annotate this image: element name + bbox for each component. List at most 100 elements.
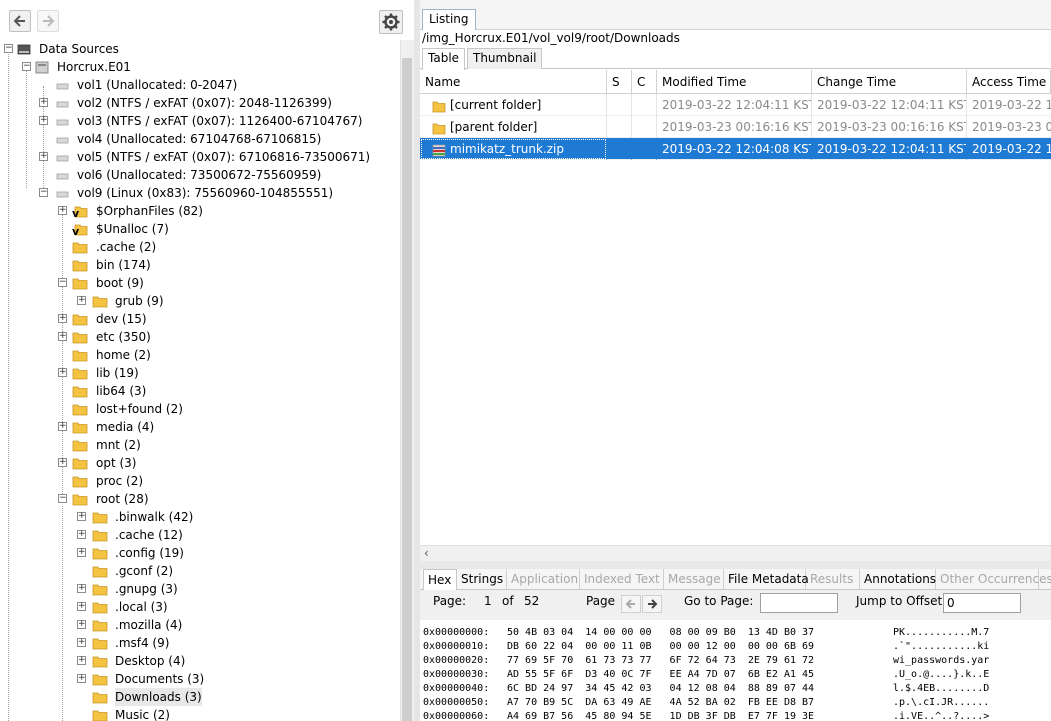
column-header-change-time[interactable]: Change Time bbox=[812, 70, 967, 94]
column-header-comment[interactable]: C bbox=[632, 70, 657, 94]
expand-icon[interactable]: + bbox=[39, 116, 48, 125]
expand-icon[interactable]: + bbox=[77, 602, 86, 611]
collapse-icon[interactable]: − bbox=[39, 188, 48, 197]
forward-button[interactable] bbox=[37, 10, 59, 32]
expand-icon[interactable]: + bbox=[58, 368, 67, 377]
tab-listing[interactable]: Listing bbox=[422, 9, 476, 30]
collapse-icon[interactable]: − bbox=[22, 62, 31, 71]
tab-thumbnail[interactable]: Thumbnail bbox=[467, 48, 543, 69]
tree-node[interactable]: − vol9 (Linux (0x83): 75560960-104855551) bbox=[0, 184, 400, 202]
column-header-access-time[interactable]: Access Time bbox=[967, 70, 1051, 94]
hex-offset: 0x00000040: bbox=[423, 683, 490, 694]
tree-node[interactable]: + grub (9) bbox=[0, 292, 400, 310]
column-header-modified-time[interactable]: Modified Time bbox=[657, 70, 812, 94]
column-header-score[interactable]: S bbox=[607, 70, 632, 94]
expand-icon[interactable]: + bbox=[39, 152, 48, 161]
expand-icon[interactable]: + bbox=[58, 314, 67, 323]
collapse-icon[interactable]: − bbox=[4, 44, 13, 53]
tree-node[interactable]: − boot (9) bbox=[0, 274, 400, 292]
tree-node[interactable]: vol1 (Unallocated: 0-2047) bbox=[0, 76, 400, 94]
expand-icon[interactable]: + bbox=[58, 206, 67, 215]
column-header-name[interactable]: Name bbox=[420, 70, 607, 94]
hex-offset: 0x00000050: bbox=[423, 697, 490, 708]
expand-icon[interactable]: + bbox=[58, 422, 67, 431]
tree-node[interactable]: + .mozilla (4) bbox=[0, 616, 400, 634]
page-label: Page: bbox=[433, 594, 467, 608]
expand-icon[interactable]: + bbox=[77, 530, 86, 539]
expand-icon[interactable]: + bbox=[77, 674, 86, 683]
collapse-icon[interactable]: − bbox=[58, 494, 67, 503]
tree-node[interactable]: + vol2 (NTFS / exFAT (0x07): 2048-1126399… bbox=[0, 94, 400, 112]
tree-node[interactable]: − Horcrux.E01 bbox=[0, 58, 400, 76]
tree-node-selected[interactable]: Downloads (3) bbox=[0, 688, 400, 706]
jump-offset-input[interactable]: 0 bbox=[943, 593, 1021, 613]
tree-node[interactable]: lost+found (2) bbox=[0, 400, 400, 418]
tab-strings[interactable]: Strings bbox=[457, 569, 507, 590]
tree-node[interactable]: v $Unalloc (7) bbox=[0, 220, 400, 238]
tree-node[interactable]: vol4 (Unallocated: 67104768-67106815) bbox=[0, 130, 400, 148]
settings-button[interactable] bbox=[379, 10, 403, 34]
tree-node[interactable]: + .config (19) bbox=[0, 544, 400, 562]
expand-icon[interactable]: + bbox=[77, 584, 86, 593]
tree-node[interactable]: Music (2) bbox=[0, 706, 400, 721]
hex-view[interactable]: 0x00000000: 50 4B 03 04 14 00 00 00 08 00… bbox=[420, 620, 1051, 721]
back-button[interactable] bbox=[9, 10, 31, 32]
tree-node[interactable]: + opt (3) bbox=[0, 454, 400, 472]
tree-node-label: Documents (3) bbox=[115, 672, 205, 686]
table-row[interactable]: [current folder] 2019-03-22 12:04:11 KST 2… bbox=[420, 94, 1051, 116]
tree-node[interactable]: + etc (350) bbox=[0, 328, 400, 346]
goto-page-input[interactable] bbox=[760, 593, 838, 613]
hex-bytes: 6C BD 24 97 34 45 42 03 04 12 08 04 88 8… bbox=[507, 683, 815, 694]
hex-line: 0x00000050: A7 70 B9 5C DA 63 49 AE 4A 52… bbox=[423, 696, 1048, 710]
tree-node[interactable]: + dev (15) bbox=[0, 310, 400, 328]
tree-node[interactable]: bin (174) bbox=[0, 256, 400, 274]
table-horizontal-scrollbar[interactable]: ‹ bbox=[420, 545, 1051, 561]
tree-node[interactable]: + .gnupg (3) bbox=[0, 580, 400, 598]
directory-tree: − Data Sources − Horcrux.E01 vol1 (Unallocat… bbox=[0, 40, 400, 721]
tree-node[interactable]: + vol3 (NTFS / exFAT (0x07): 1126400-6710… bbox=[0, 112, 400, 130]
tree-node[interactable]: .gconf (2) bbox=[0, 562, 400, 580]
tree-node[interactable]: + .local (3) bbox=[0, 598, 400, 616]
folder-icon bbox=[92, 708, 108, 721]
tree-node[interactable]: .cache (2) bbox=[0, 238, 400, 256]
tree-node[interactable]: + .msf4 (9) bbox=[0, 634, 400, 652]
tree-scrollbar-thumb[interactable] bbox=[402, 58, 412, 721]
tree-node[interactable]: mnt (2) bbox=[0, 436, 400, 454]
tree-node[interactable]: + media (4) bbox=[0, 418, 400, 436]
expand-icon[interactable]: + bbox=[77, 620, 86, 629]
expand-icon[interactable]: + bbox=[58, 458, 67, 467]
tree-node[interactable]: proc (2) bbox=[0, 472, 400, 490]
table-row[interactable]: [parent folder] 2019-03-23 00:16:16 KST 20… bbox=[420, 116, 1051, 138]
expand-icon[interactable]: + bbox=[77, 548, 86, 557]
tree-node[interactable]: − Data Sources bbox=[0, 40, 400, 58]
expand-icon[interactable]: + bbox=[77, 296, 86, 305]
tree-node[interactable]: home (2) bbox=[0, 346, 400, 364]
tree-node[interactable]: lib64 (3) bbox=[0, 382, 400, 400]
tree-node[interactable]: + lib (19) bbox=[0, 364, 400, 382]
previous-page-button[interactable] bbox=[621, 595, 641, 613]
tab-file-metadata[interactable]: File Metadata bbox=[724, 569, 809, 590]
tab-table[interactable]: Table bbox=[422, 48, 466, 70]
tab-hex[interactable]: Hex bbox=[423, 569, 457, 590]
tree-node[interactable]: vol6 (Unallocated: 73500672-75560959) bbox=[0, 166, 400, 184]
tab-annotations[interactable]: Annotations bbox=[860, 569, 936, 590]
expand-icon[interactable]: + bbox=[77, 512, 86, 521]
expand-icon[interactable]: + bbox=[39, 98, 48, 107]
tree-node[interactable]: + Documents (3) bbox=[0, 670, 400, 688]
tree-node[interactable]: + .binwalk (42) bbox=[0, 508, 400, 526]
expand-icon[interactable]: + bbox=[77, 656, 86, 665]
next-page-button[interactable] bbox=[642, 595, 662, 613]
hex-bytes: AD 55 5F 6F D3 40 0C 7F EE A4 7D 07 6B E… bbox=[507, 669, 815, 680]
cell-empty bbox=[632, 116, 657, 138]
tree-node[interactable]: − root (28) bbox=[0, 490, 400, 508]
expand-icon[interactable]: + bbox=[58, 332, 67, 341]
scroll-left-icon[interactable]: ‹ bbox=[424, 546, 429, 560]
tree-node[interactable]: + v $OrphanFiles (82) bbox=[0, 202, 400, 220]
tree-node-label: $OrphanFiles (82) bbox=[96, 204, 203, 218]
tree-node[interactable]: + vol5 (NTFS / exFAT (0x07): 67106816-735… bbox=[0, 148, 400, 166]
collapse-icon[interactable]: − bbox=[58, 278, 67, 287]
table-row[interactable]: mimikatz_trunk.zip 2019-03-22 12:04:08 KS… bbox=[420, 138, 1051, 160]
tree-node[interactable]: + Desktop (4) bbox=[0, 652, 400, 670]
expand-icon[interactable]: + bbox=[77, 638, 86, 647]
tree-node[interactable]: + .cache (12) bbox=[0, 526, 400, 544]
